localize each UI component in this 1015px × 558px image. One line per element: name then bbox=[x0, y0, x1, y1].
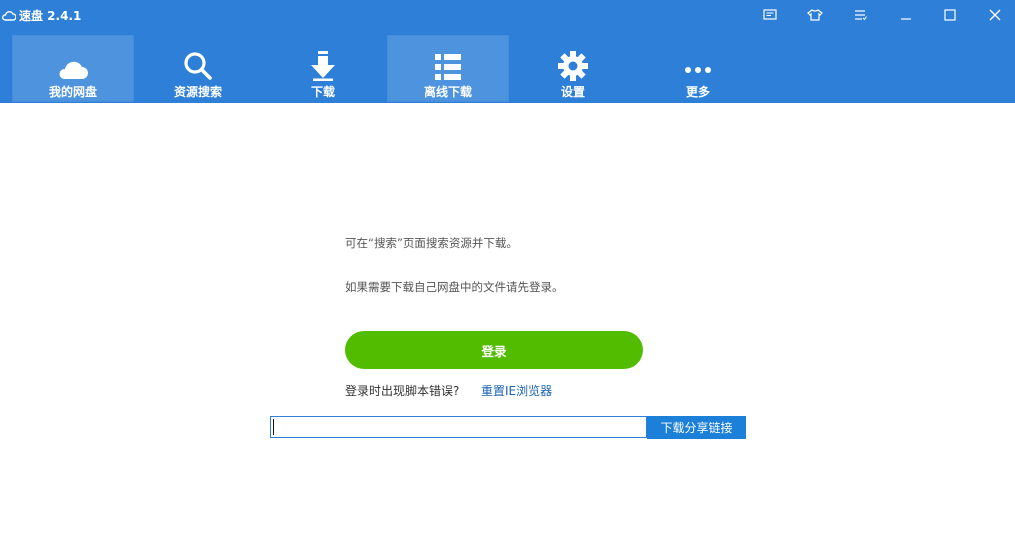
script-error-question: 登录时出现脚本错误? bbox=[345, 384, 460, 398]
menu-button[interactable] bbox=[847, 4, 873, 26]
skin-button[interactable] bbox=[802, 4, 828, 26]
menu-icon bbox=[855, 10, 867, 21]
tab-download[interactable]: 下载 bbox=[263, 36, 383, 101]
gear-icon bbox=[558, 51, 588, 81]
feedback-icon bbox=[763, 9, 777, 20]
text-caret bbox=[273, 419, 274, 435]
tab-my-disk[interactable]: 我的网盘 bbox=[12, 35, 134, 102]
search-icon bbox=[184, 52, 212, 80]
tab-more[interactable]: 更多 bbox=[638, 36, 758, 101]
download-icon bbox=[311, 51, 335, 81]
app-title-text: 速盘 2.4.1 bbox=[19, 8, 82, 23]
tab-label: 更多 bbox=[685, 85, 710, 99]
download-share-link-label: 下载分享链接 bbox=[660, 421, 733, 435]
login-button[interactable]: 登录 bbox=[345, 331, 643, 369]
app-logo-icon bbox=[2, 10, 16, 21]
maximize-icon bbox=[944, 9, 956, 21]
login-button-label: 登录 bbox=[481, 343, 507, 359]
close-button[interactable] bbox=[982, 4, 1008, 26]
top-bar: 速盘 2.4.1 我的网盘 资源搜索 下载 离线下载 设置 更多 bbox=[0, 0, 1015, 103]
search-hint-text: 可在“搜索”页面搜索资源并下载。 bbox=[345, 236, 518, 250]
minimize-icon bbox=[901, 18, 911, 20]
app-title: 速盘 2.4.1 bbox=[2, 5, 81, 25]
skin-icon bbox=[807, 9, 823, 21]
close-icon bbox=[989, 9, 1001, 21]
tab-label: 我的网盘 bbox=[48, 85, 97, 99]
more-icon bbox=[685, 67, 711, 73]
tab-label: 下载 bbox=[310, 85, 335, 99]
maximize-button[interactable] bbox=[937, 4, 963, 26]
list-icon bbox=[435, 54, 461, 80]
download-share-link-button[interactable]: 下载分享链接 bbox=[647, 416, 746, 439]
share-link-input[interactable] bbox=[270, 416, 647, 438]
cloud-icon bbox=[59, 61, 88, 79]
login-hint-text: 如果需要下载自己网盘中的文件请先登录。 bbox=[345, 280, 564, 294]
tab-settings[interactable]: 设置 bbox=[513, 36, 633, 101]
tab-label: 资源搜索 bbox=[173, 85, 222, 99]
tab-label: 离线下载 bbox=[423, 85, 472, 99]
minimize-button[interactable] bbox=[893, 4, 919, 26]
tab-offline-download[interactable]: 离线下载 bbox=[387, 35, 509, 102]
tab-resource-search[interactable]: 资源搜索 bbox=[138, 36, 258, 101]
reset-ie-link[interactable]: 重置IE浏览器 bbox=[481, 382, 552, 399]
tab-label: 设置 bbox=[560, 85, 585, 99]
feedback-button[interactable] bbox=[757, 4, 783, 26]
